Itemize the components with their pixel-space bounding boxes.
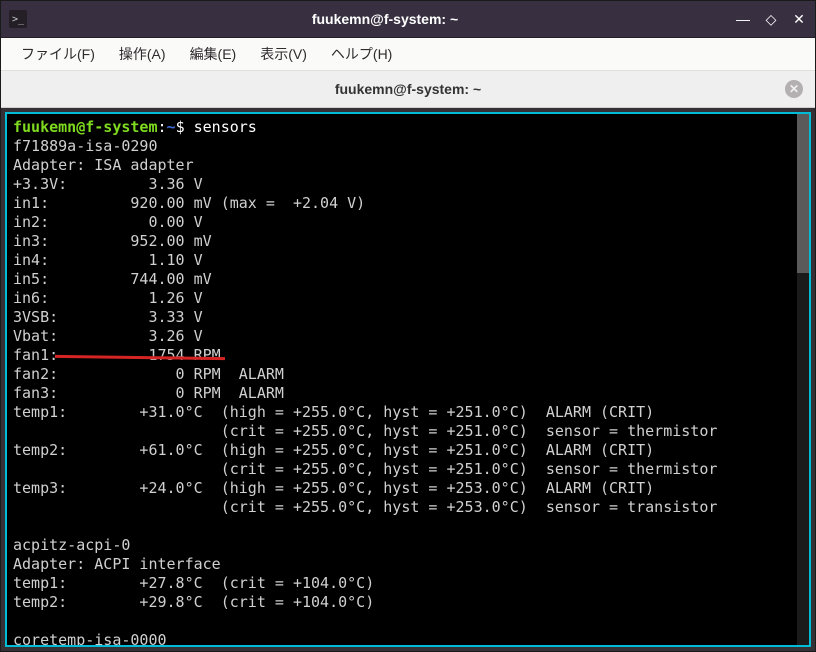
temp-line: temp2: +29.8°C (crit = +104.0°C) [13, 593, 374, 611]
fan-line: fan2: 0 RPM ALARM [13, 365, 284, 383]
menubar: ファイル(F) 操作(A) 編集(E) 表示(V) ヘルプ(H) [1, 38, 815, 71]
voltage-line: 3VSB: 3.33 V [13, 308, 203, 326]
menu-help[interactable]: ヘルプ(H) [319, 40, 404, 68]
terminal-area[interactable]: fuukemn@f-system:~$ sensors f71889a-isa-… [5, 112, 811, 647]
voltage-line: Vbat: 3.26 V [13, 327, 203, 345]
voltage-line: in5: 744.00 mV [13, 270, 212, 288]
temp-line: temp1: +31.0°C (high = +255.0°C, hyst = … [13, 403, 654, 421]
temp-line: (crit = +255.0°C, hyst = +251.0°C) senso… [13, 422, 717, 440]
window-controls: — ◇ ✕ [735, 11, 807, 28]
tabbar: fuukemn@f-system: ~ ✕ [1, 71, 815, 108]
adapter2-name: acpitz-acpi-0 [13, 536, 130, 554]
adapter2-line: Adapter: ACPI interface [13, 555, 221, 573]
prompt-colon: : [158, 118, 167, 136]
titlebar: >_ fuukemn@f-system: ~ — ◇ ✕ [1, 1, 815, 38]
terminal-icon: >_ [9, 10, 27, 28]
minimize-button[interactable]: — [735, 11, 751, 28]
menu-edit[interactable]: 編集(E) [178, 40, 249, 68]
window-title: fuukemn@f-system: ~ [35, 11, 735, 27]
close-button[interactable]: ✕ [791, 11, 807, 28]
voltage-line: in4: 1.10 V [13, 251, 203, 269]
tab-close-icon[interactable]: ✕ [785, 80, 803, 98]
maximize-button[interactable]: ◇ [763, 11, 779, 28]
scrollbar[interactable] [797, 114, 809, 645]
adapter1-name: f71889a-isa-0290 [13, 137, 158, 155]
temp-line: temp3: +24.0°C (high = +255.0°C, hyst = … [13, 479, 654, 497]
tab-label: fuukemn@f-system: ~ [335, 81, 481, 97]
terminal-window: >_ fuukemn@f-system: ~ — ◇ ✕ ファイル(F) 操作(… [0, 0, 816, 652]
prompt-dollar: $ [176, 118, 194, 136]
voltage-line: in3: 952.00 mV [13, 232, 212, 250]
voltage-line: +3.3V: 3.36 V [13, 175, 203, 193]
fan-line: fan3: 0 RPM ALARM [13, 384, 284, 402]
menu-view[interactable]: 表示(V) [248, 40, 319, 68]
voltage-line: in1: 920.00 mV (max = +2.04 V) [13, 194, 365, 212]
menu-actions[interactable]: 操作(A) [107, 40, 178, 68]
temp-line: (crit = +255.0°C, hyst = +253.0°C) senso… [13, 498, 717, 516]
prompt-user: fuukemn@f-system [13, 118, 158, 136]
tab-terminal[interactable]: fuukemn@f-system: ~ ✕ [1, 71, 815, 107]
command-text: sensors [194, 118, 257, 136]
prompt-path: ~ [167, 118, 176, 136]
scrollbar-thumb[interactable] [797, 114, 809, 273]
adapter1-line: Adapter: ISA adapter [13, 156, 194, 174]
adapter3-name: coretemp-isa-0000 [13, 631, 167, 647]
temp-line: temp2: +61.0°C (high = +255.0°C, hyst = … [13, 441, 654, 459]
menu-file[interactable]: ファイル(F) [9, 40, 107, 68]
temp-line: temp1: +27.8°C (crit = +104.0°C) [13, 574, 374, 592]
temp-line: (crit = +255.0°C, hyst = +251.0°C) senso… [13, 460, 717, 478]
voltage-line: in2: 0.00 V [13, 213, 203, 231]
voltage-line: in6: 1.26 V [13, 289, 203, 307]
